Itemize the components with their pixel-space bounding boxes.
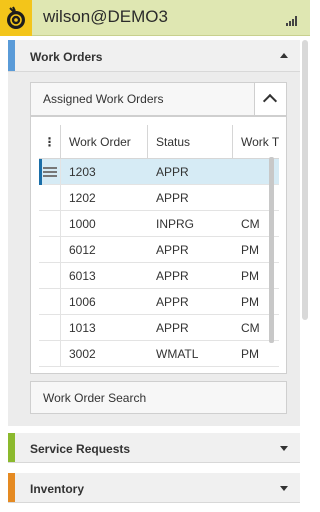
page-scrollbar[interactable]: [302, 40, 308, 320]
assigned-collapse-button[interactable]: [254, 83, 286, 115]
work-order-table: ⋮ Work Order Status Work T 1203 APPR 1202 A…: [30, 116, 287, 374]
table-scrollbar[interactable]: [269, 157, 274, 343]
table-row[interactable]: 1006 APPR PM: [39, 289, 279, 315]
cell-work-type: PM: [241, 347, 259, 361]
table-row[interactable]: 6012 APPR PM: [39, 237, 279, 263]
row-handle[interactable]: [39, 211, 61, 237]
table-row[interactable]: 1000 INPRG CM: [39, 211, 279, 237]
expand-icon[interactable]: [280, 446, 288, 451]
section-work-orders[interactable]: Work Orders: [8, 40, 300, 72]
expand-icon[interactable]: [280, 486, 288, 491]
table-row[interactable]: 1203 APPR: [39, 159, 279, 185]
assigned-work-orders-header[interactable]: Assigned Work Orders: [30, 82, 287, 116]
section-title: Work Orders: [30, 50, 103, 64]
cell-work-order: 1006: [69, 295, 96, 309]
collapse-icon[interactable]: [280, 53, 288, 58]
maximo-mobile-logo-icon[interactable]: [0, 0, 32, 36]
table-header: ⋮ Work Order Status Work T: [39, 125, 279, 159]
table-row[interactable]: 3002 WMATL PM: [39, 341, 279, 367]
cell-work-order: 6013: [69, 269, 96, 283]
table-body: 1203 APPR 1202 APPR 1000 INPRG CM 6012 APPR PM 601…: [39, 159, 279, 373]
cell-status: APPR: [156, 269, 189, 283]
row-handle[interactable]: [39, 341, 61, 367]
app-window: wilson@DEMO3 Work Orders Assigned Work O…: [0, 0, 310, 512]
section-inventory[interactable]: Inventory: [8, 473, 300, 503]
row-handle[interactable]: [39, 263, 61, 289]
row-handle[interactable]: [39, 289, 61, 315]
table-row[interactable]: 1013 APPR CM: [39, 315, 279, 341]
cell-work-order: 6012: [69, 243, 96, 257]
signal-strength-icon: [286, 13, 298, 31]
cell-work-order: 1202: [69, 191, 96, 205]
cell-work-order: 1000: [69, 217, 96, 231]
section-title: Inventory: [30, 482, 85, 496]
chevron-up-icon: [262, 93, 278, 109]
section-service-requests[interactable]: Service Requests: [8, 433, 300, 463]
cell-work-order: 3002: [69, 347, 96, 361]
cell-work-order: 1013: [69, 321, 96, 335]
cell-status: WMATL: [156, 347, 199, 361]
table-row[interactable]: 1202 APPR: [39, 185, 279, 211]
row-handle[interactable]: [39, 185, 61, 211]
drag-handle-icon[interactable]: [43, 167, 57, 177]
row-handle[interactable]: [39, 315, 61, 341]
column-header-work-type[interactable]: Work T: [233, 125, 279, 159]
cell-status: APPR: [156, 321, 189, 335]
table-row[interactable]: 6013 APPR PM: [39, 263, 279, 289]
column-header-status[interactable]: Status: [148, 125, 233, 159]
work-order-search-label: Work Order Search: [43, 391, 147, 405]
user-title: wilson@DEMO3: [43, 7, 168, 26]
cell-status: INPRG: [156, 217, 195, 231]
section-title: Service Requests: [30, 442, 131, 456]
row-handle[interactable]: [39, 159, 61, 185]
column-menu-icon[interactable]: ⋮: [39, 125, 61, 159]
cell-work-order: 1203: [69, 165, 96, 179]
assigned-work-orders-label: Assigned Work Orders: [43, 92, 164, 106]
work-order-search-button[interactable]: Work Order Search: [30, 381, 287, 414]
cell-status: APPR: [156, 295, 189, 309]
cell-status: APPR: [156, 165, 189, 179]
app-header: wilson@DEMO3: [0, 0, 310, 36]
column-header-work-order[interactable]: Work Order: [61, 125, 148, 159]
cell-status: APPR: [156, 191, 189, 205]
row-handle[interactable]: [39, 237, 61, 263]
cell-status: APPR: [156, 243, 189, 257]
